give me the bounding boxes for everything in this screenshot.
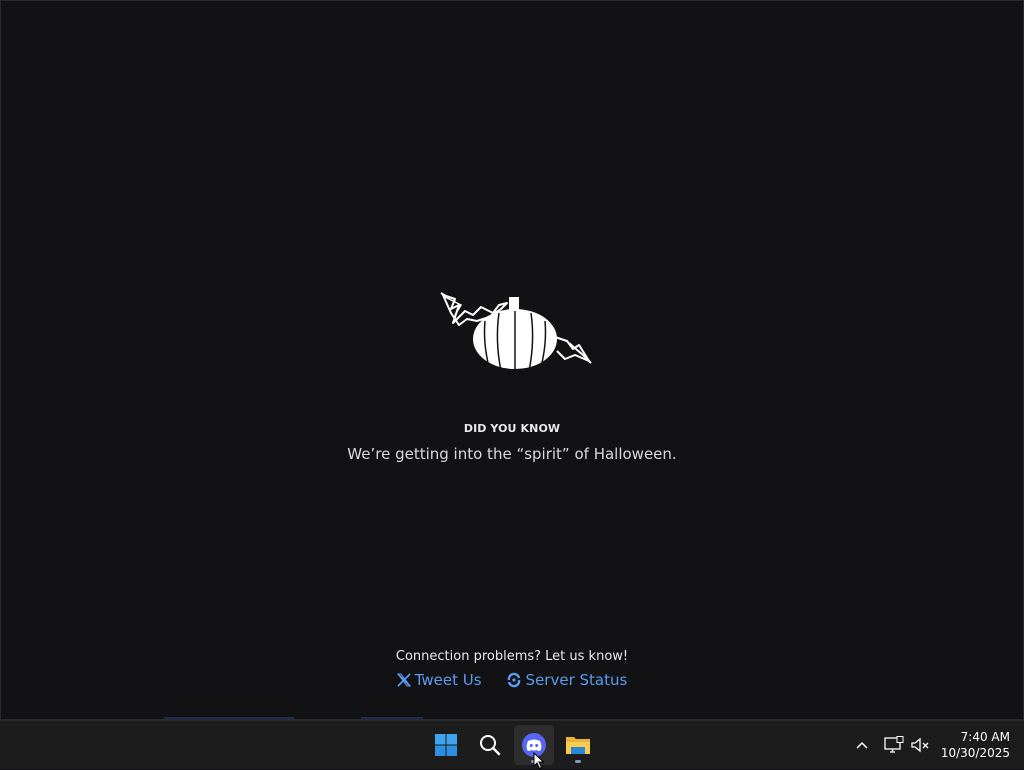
loading-progress-line [164, 717, 294, 719]
tip-text: We’re getting into the “spirit” of Hallo… [347, 445, 677, 463]
mouse-cursor-icon [533, 752, 545, 770]
volume-button[interactable] [908, 733, 932, 757]
status-icon [507, 672, 520, 688]
x-logo-icon [396, 673, 411, 687]
chevron-up-icon [856, 741, 868, 749]
tweet-us-link[interactable]: Tweet Us [396, 671, 482, 689]
running-indicator [575, 760, 581, 763]
search-icon [480, 735, 501, 756]
show-hidden-icons-button[interactable] [850, 733, 874, 757]
volume-muted-icon [911, 737, 929, 753]
windows-logo-icon [435, 734, 457, 756]
connection-problems-text: Connection problems? Let us know! [395, 649, 629, 664]
server-status-label: Server Status [525, 671, 628, 689]
pumpkin-ghost-spinner-icon [440, 292, 592, 372]
clock-time: 7:40 AM [960, 730, 1010, 744]
tip-title: DID YOU KNOW [463, 422, 561, 435]
network-status-button[interactable] [882, 733, 906, 757]
start-button[interactable] [426, 725, 466, 765]
loading-screen: DID YOU KNOW We’re getting into the “spi… [1, 1, 1023, 719]
taskbar-app-file-explorer[interactable] [558, 725, 598, 765]
server-status-link[interactable]: Server Status [506, 671, 628, 689]
network-icon [884, 736, 904, 753]
folder-icon [566, 737, 590, 754]
loading-progress-line [361, 717, 423, 719]
help-links: Tweet Us Server Status [1, 671, 1023, 689]
clock-date: 10/30/2025 [940, 746, 1010, 760]
taskbar: 7:40 AM 10/30/2025 [0, 720, 1024, 769]
search-button[interactable] [470, 725, 510, 765]
system-clock[interactable]: 7:40 AM 10/30/2025 [938, 729, 1010, 761]
discord-window: DID YOU KNOW We’re getting into the “spi… [0, 0, 1024, 720]
tweet-us-label: Tweet Us [414, 671, 482, 689]
